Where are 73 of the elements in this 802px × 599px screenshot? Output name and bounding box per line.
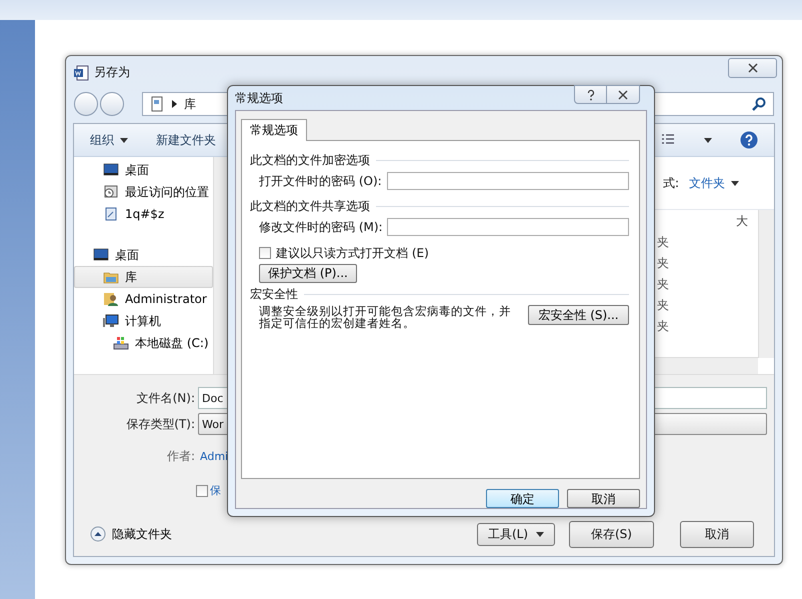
author-label: 作者: [166, 448, 196, 464]
macro-security-button[interactable]: 宏安全性 (S)... [528, 305, 629, 325]
caret-icon [536, 532, 544, 536]
collapse-icon [90, 526, 106, 542]
file-type-text: 夹 [657, 234, 669, 251]
dialog-title: 常规选项 [235, 90, 283, 106]
document-icon [149, 96, 165, 112]
checkbox[interactable] [196, 484, 208, 496]
desktop-icon [93, 247, 109, 263]
forward-button[interactable] [100, 92, 124, 116]
caret-icon [731, 180, 739, 186]
window-title: 另存为 [94, 64, 130, 81]
back-button[interactable] [74, 92, 98, 116]
caret-icon [120, 138, 128, 142]
protect-document-button[interactable]: 保护文档 (P)... [259, 264, 357, 283]
view-caret-icon [704, 138, 712, 142]
section-heading: 此文档的文件加密选项 [250, 152, 370, 168]
ok-button[interactable]: 确定 [486, 489, 559, 508]
section-heading: 此文档的文件共享选项 [250, 198, 370, 214]
file-type-text: 夹 [657, 276, 669, 293]
nav-item[interactable]: 桌面 [74, 244, 213, 266]
nav-item[interactable]: 桌面 [74, 159, 213, 181]
user-icon [103, 291, 119, 307]
scrollbar[interactable] [213, 157, 227, 374]
checkbox[interactable] [259, 247, 271, 259]
help-icon[interactable] [740, 131, 758, 149]
checkbox-label[interactable]: 建议以只读方式打开文档 (E) [276, 244, 429, 262]
file-type-label: 保存类型(T): [125, 416, 196, 432]
password-label: 打开文件时的密码 (O): [259, 172, 383, 190]
drive-icon [113, 335, 129, 351]
clock-window-icon [103, 184, 119, 200]
nav-item[interactable]: 本地磁盘 (C:) [74, 332, 213, 354]
nav-item[interactable]: Administrator [74, 288, 213, 310]
file-name-label: 文件名(N): [136, 390, 196, 406]
organize-menu[interactable]: 组织 [90, 132, 128, 148]
macro-description: 指定可信任的宏创建者姓名。 [259, 317, 415, 329]
file-type-text: 夹 [657, 297, 669, 314]
word-document-icon [73, 64, 89, 80]
hide-folders-button[interactable]: 隐藏文件夹 [84, 524, 178, 544]
author-link[interactable]: Admi [198, 450, 228, 462]
macro-description: 调整安全级别以打开可能包含宏病毒的文件，并 [259, 305, 511, 317]
tools-button[interactable]: 工具(L) [477, 522, 555, 546]
close-button[interactable] [607, 85, 640, 104]
nav-item[interactable]: 1q#$z [74, 203, 213, 225]
tab[interactable]: 常规选项 [241, 119, 307, 141]
column-header[interactable]: 大 [736, 212, 748, 230]
nav-item[interactable]: 计算机 [74, 310, 213, 332]
save-button[interactable]: 保存(S) [569, 520, 654, 548]
password-field[interactable] [387, 218, 629, 236]
password-label: 修改文件时的密码 (M): [259, 218, 384, 236]
search-icon[interactable] [751, 96, 767, 112]
file-type-text: 夹 [657, 318, 669, 335]
nav-item[interactable]: 最近访问的位置 [74, 181, 213, 203]
checkbox-label[interactable]: 保 [210, 483, 221, 498]
password-field[interactable] [387, 172, 629, 190]
chevron-icon [172, 100, 177, 108]
new-folder-button[interactable]: 新建文件夹 [156, 132, 216, 148]
scrollbar[interactable] [758, 210, 774, 358]
cancel-button[interactable]: 取消 [680, 520, 754, 548]
arrange-dropdown[interactable]: 文件夹 [689, 174, 739, 192]
arrange-label: 式: [662, 174, 679, 192]
close-icon [748, 63, 758, 73]
breadcrumb[interactable]: 库 [184, 96, 196, 112]
section-heading: 宏安全性 [250, 286, 298, 302]
cancel-button[interactable]: 取消 [567, 489, 640, 508]
help-button[interactable] [574, 85, 607, 104]
desktop-icon [103, 162, 119, 178]
close-icon [617, 88, 629, 100]
nav-item[interactable]: 库 [74, 266, 213, 288]
computer-icon [103, 313, 119, 329]
file-type-text: 夹 [657, 255, 669, 272]
document-icon [103, 206, 119, 222]
close-button[interactable] [728, 58, 777, 78]
